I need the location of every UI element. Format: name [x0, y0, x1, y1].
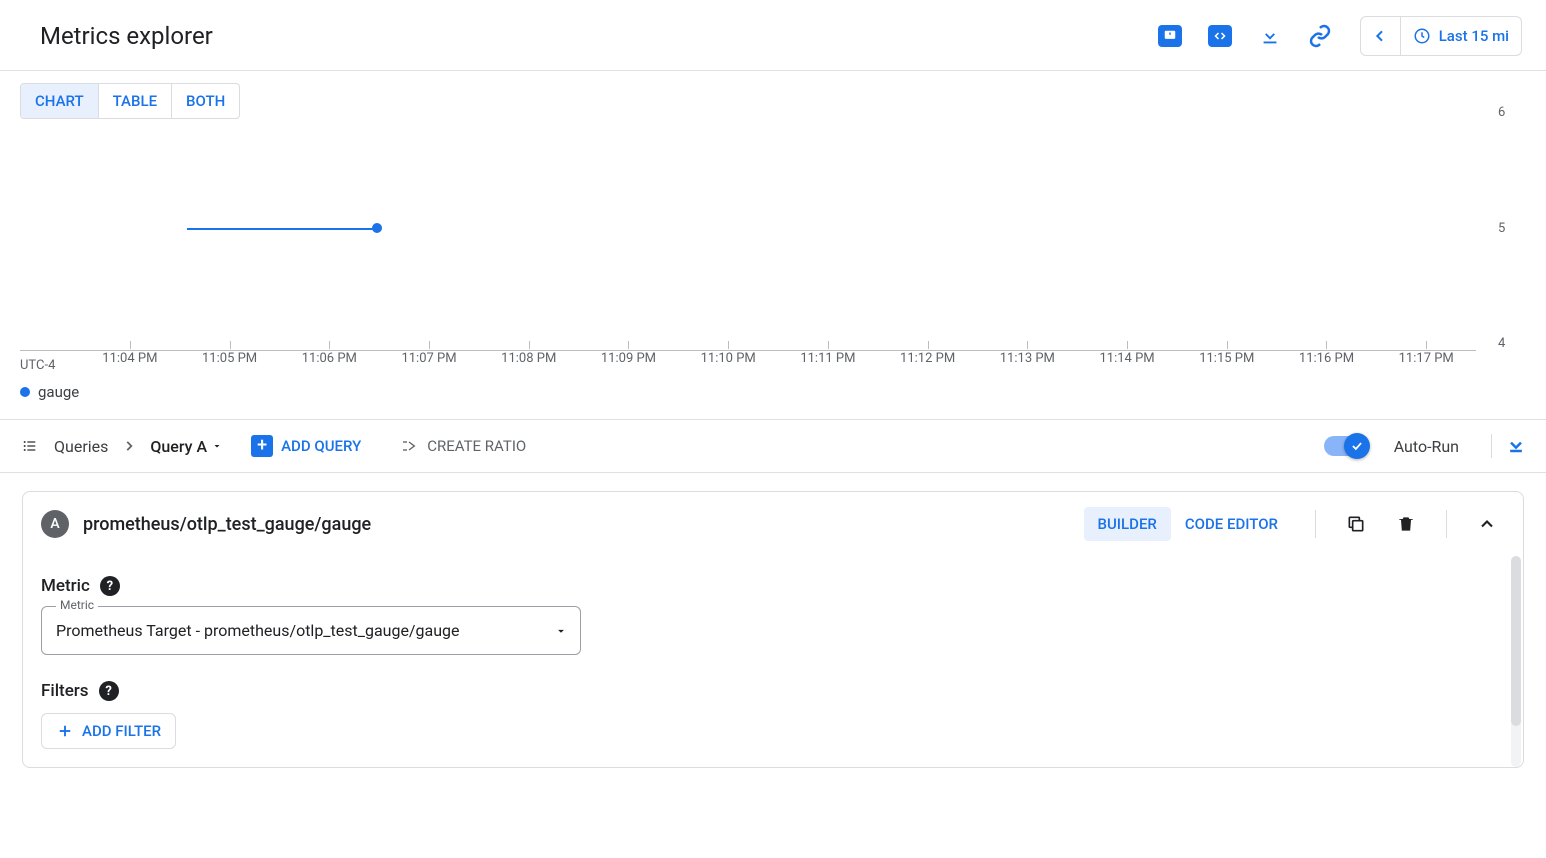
metric-field-label: Metric: [56, 598, 98, 612]
x-tick: 11:12 PM: [878, 351, 978, 379]
x-tick: 11:04 PM: [80, 351, 180, 379]
collapse-query-button[interactable]: [1469, 506, 1505, 542]
auto-run-label: Auto-Run: [1394, 437, 1459, 456]
query-panel: A prometheus/otlp_test_gauge/gauge BUILD…: [22, 491, 1524, 768]
chart-area: 6 5 4 UTC-4 11:04 PM 11:05 PM 11:06 PM 1…: [20, 119, 1536, 379]
auto-run-toggle[interactable]: [1324, 436, 1368, 456]
caret-down-icon: [211, 440, 223, 452]
add-query-button[interactable]: + ADD QUERY: [251, 435, 361, 457]
chevron-left-icon: [1372, 28, 1388, 44]
copy-icon: [1346, 514, 1366, 534]
download-icon: [1259, 25, 1281, 47]
link-button[interactable]: [1302, 18, 1338, 54]
feedback-icon: [1158, 25, 1182, 47]
x-axis: 11:04 PM 11:05 PM 11:06 PM 11:07 PM 11:0…: [20, 351, 1476, 379]
link-icon: [1308, 24, 1332, 48]
query-panel-header: A prometheus/otlp_test_gauge/gauge BUILD…: [23, 492, 1523, 556]
time-range-control: Last 15 mi: [1360, 16, 1522, 56]
divider: [1446, 510, 1447, 538]
download-button[interactable]: [1252, 18, 1288, 54]
chevron-right-icon: [122, 439, 136, 453]
add-filter-label: ADD FILTER: [82, 722, 161, 740]
builder-mode-button[interactable]: BUILDER: [1084, 507, 1171, 541]
chevron-down-bar-icon: [1506, 436, 1526, 456]
x-tick: 11:09 PM: [579, 351, 679, 379]
y-axis: 6 5 4: [1486, 105, 1536, 351]
divider: [1315, 510, 1316, 538]
filters-help-button[interactable]: ?: [99, 681, 119, 701]
chevron-up-icon: [1477, 514, 1497, 534]
queries-bar: Queries Query A + ADD QUERY CREATE RATIO…: [0, 419, 1546, 473]
scrollbar-thumb[interactable]: [1511, 556, 1521, 726]
metric-select[interactable]: Metric Prometheus Target - prometheus/ot…: [41, 606, 581, 655]
create-ratio-button[interactable]: CREATE RATIO: [399, 437, 526, 455]
clock-icon: [1413, 27, 1431, 45]
x-tick: 11:05 PM: [180, 351, 280, 379]
y-tick: 6: [1498, 105, 1505, 120]
trash-icon: [1396, 514, 1416, 534]
legend-swatch: [20, 387, 30, 397]
plot[interactable]: [20, 105, 1476, 351]
plus-icon: +: [251, 435, 273, 457]
add-query-label: ADD QUERY: [281, 437, 361, 455]
x-tick: 11:16 PM: [1277, 351, 1377, 379]
add-filter-button[interactable]: ADD FILTER: [41, 713, 176, 749]
delete-query-button[interactable]: [1388, 506, 1424, 542]
create-ratio-label: CREATE RATIO: [427, 437, 526, 455]
query-metric-path: prometheus/otlp_test_gauge/gauge: [83, 514, 371, 535]
chart-legend: gauge: [20, 383, 1546, 401]
code-icon: [1208, 25, 1232, 47]
ratio-icon: [399, 438, 419, 454]
metric-select-value: Prometheus Target - prometheus/otlp_test…: [56, 621, 460, 640]
list-icon: [20, 438, 40, 454]
collapse-all-button[interactable]: [1491, 434, 1526, 458]
x-tick: 11:10 PM: [678, 351, 778, 379]
x-tick: 11:08 PM: [479, 351, 579, 379]
current-query-dropdown[interactable]: Query A: [150, 437, 223, 456]
plus-icon: [56, 722, 74, 740]
metric-section-label: Metric ?: [41, 576, 1505, 596]
time-range-label: Last 15 mi: [1439, 27, 1509, 45]
filters-section-label: Filters ?: [41, 681, 1505, 701]
filters-label-text: Filters: [41, 681, 89, 701]
series-dot: [372, 223, 382, 233]
x-tick: 11:11 PM: [778, 351, 878, 379]
metric-help-button[interactable]: ?: [100, 576, 120, 596]
page-title: Metrics explorer: [40, 22, 213, 50]
current-query-label: Query A: [150, 437, 207, 456]
time-range-button[interactable]: Last 15 mi: [1401, 27, 1521, 45]
y-tick: 4: [1498, 336, 1505, 351]
query-badge: A: [41, 510, 69, 538]
time-prev-button[interactable]: [1361, 17, 1401, 55]
x-tick: 11:17 PM: [1376, 351, 1476, 379]
x-tick: 11:07 PM: [379, 351, 479, 379]
x-tick: 11:15 PM: [1177, 351, 1277, 379]
feedback-button[interactable]: [1152, 18, 1188, 54]
x-tick: 11:06 PM: [279, 351, 379, 379]
header: Metrics explorer Last 15 mi: [0, 0, 1546, 71]
api-button[interactable]: [1202, 18, 1238, 54]
series-line: [187, 228, 376, 230]
x-tick: 11:13 PM: [977, 351, 1077, 379]
metric-label-text: Metric: [41, 576, 90, 596]
caret-down-icon: [554, 624, 568, 638]
y-tick: 5: [1498, 221, 1505, 236]
queries-label: Queries: [54, 437, 108, 456]
query-panel-body: Metric ? Metric Prometheus Target - prom…: [23, 556, 1523, 767]
check-icon: [1350, 439, 1364, 453]
header-actions: Last 15 mi: [1152, 16, 1522, 56]
duplicate-query-button[interactable]: [1338, 506, 1374, 542]
legend-label: gauge: [38, 383, 79, 401]
mode-toggle: BUILDER CODE EDITOR: [1083, 506, 1293, 542]
code-editor-mode-button[interactable]: CODE EDITOR: [1171, 507, 1292, 541]
toggle-knob: [1344, 433, 1370, 459]
x-tick: 11:14 PM: [1077, 351, 1177, 379]
